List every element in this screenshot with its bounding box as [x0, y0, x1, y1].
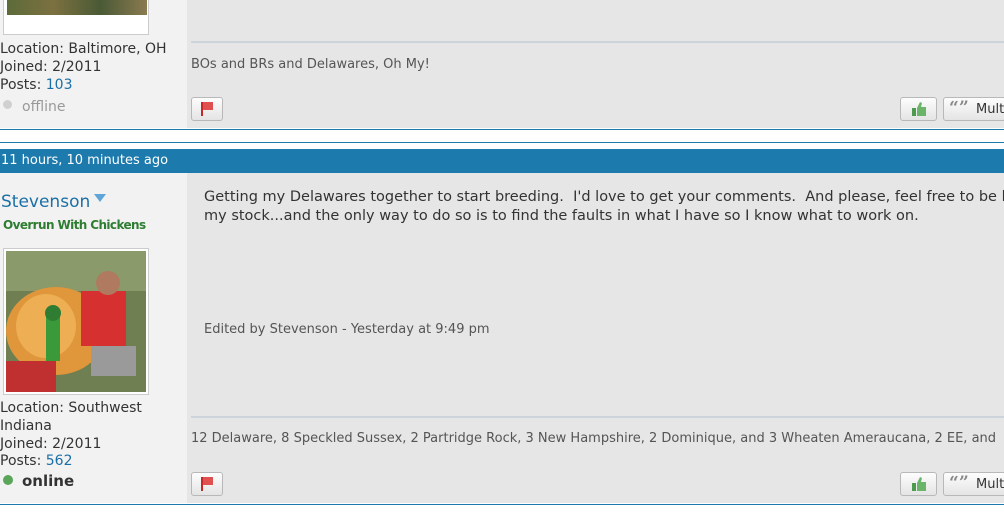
post-separator-line-2 — [0, 142, 1004, 143]
post2-posts: Posts: 562 — [0, 453, 73, 469]
post2-header-bar: 11 hours, 10 minutes ago — [0, 149, 1004, 173]
post2-status-text: online — [22, 472, 75, 490]
post2-user-title: Overrun With Chickens — [3, 218, 146, 232]
post2-bottom-separator — [0, 504, 1004, 505]
post1-avatar[interactable] — [3, 0, 149, 35]
post1-posts-label: Posts: — [0, 77, 46, 93]
post2-report-button[interactable] — [191, 472, 223, 496]
user-menu-chevron-icon[interactable] — [94, 194, 106, 202]
post2-thumbs-up-button[interactable] — [900, 472, 937, 496]
post2-location-line1: Location: Southwest — [0, 400, 142, 416]
post1-location: Location: Baltimore, OH — [0, 41, 167, 57]
post1-signature: BOs and BRs and Delawares, Oh My! — [191, 57, 430, 72]
post2-location-line2: Indiana — [0, 418, 52, 434]
post1-report-button[interactable] — [191, 97, 223, 121]
post2-timestamp: 11 hours, 10 minutes ago — [1, 153, 169, 168]
post2-signature: 12 Delaware, 8 Speckled Sussex, 2 Partri… — [191, 431, 997, 446]
post2-username-link[interactable]: Stevenson — [1, 192, 90, 212]
post1-multi-quote-button[interactable]: “ ” Mult — [943, 97, 1004, 121]
post1-status-text: offline — [22, 99, 66, 115]
quote-icon: “ — [949, 473, 959, 493]
post1-posts-count-link[interactable]: 103 — [46, 77, 73, 93]
flag-icon — [201, 477, 213, 491]
post1-thumbs-up-button[interactable] — [900, 97, 937, 121]
post2-body-line2: my stock...and the only way to do so is … — [204, 208, 919, 224]
quote-icon-close: ” — [959, 98, 969, 118]
quote-icon: “ — [949, 98, 959, 118]
post1-posts: Posts: 103 — [0, 77, 73, 93]
thumbs-up-icon — [912, 102, 926, 116]
post1-status-dot — [3, 100, 12, 109]
post-separator-line — [0, 129, 1004, 130]
post1-avatar-image — [7, 0, 147, 15]
post1-multi-label: Mult — [976, 102, 1004, 117]
post2-signature-divider — [191, 416, 1004, 418]
post1-signature-divider — [191, 41, 1004, 43]
post2-multi-quote-button[interactable]: “ ” Mult — [943, 472, 1004, 496]
post2-avatar-image — [6, 251, 146, 392]
post2-multi-label: Mult — [976, 477, 1004, 492]
post2-joined: Joined: 2/2011 — [0, 436, 102, 452]
post2-posts-label: Posts: — [0, 453, 46, 469]
post2-status-dot — [3, 475, 13, 485]
thumbs-up-icon — [912, 477, 926, 491]
post2-edited-note: Edited by Stevenson - Yesterday at 9:49 … — [204, 322, 490, 337]
post2-body-line1: Getting my Delawares together to start b… — [204, 189, 1004, 205]
flag-icon — [201, 102, 213, 116]
quote-icon-close: ” — [959, 473, 969, 493]
post2-posts-count-link[interactable]: 562 — [46, 453, 73, 469]
post2-avatar[interactable] — [3, 248, 149, 395]
post1-joined: Joined: 2/2011 — [0, 59, 102, 75]
